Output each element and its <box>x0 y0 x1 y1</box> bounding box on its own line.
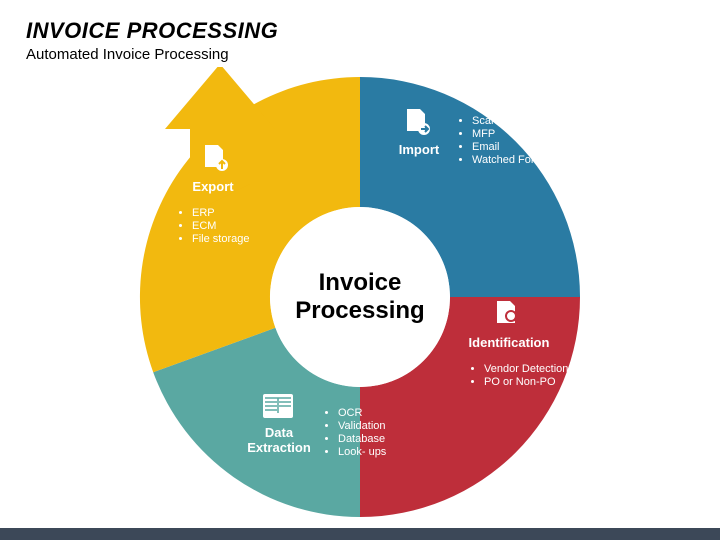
form-icon <box>262 393 294 424</box>
file-search-icon <box>492 299 522 334</box>
extraction-label: Data Extraction <box>244 425 314 455</box>
page-title: INVOICE PROCESSING <box>26 18 694 44</box>
list-item: ECM <box>192 220 249 232</box>
list-item: OCR <box>338 407 386 419</box>
list-item: Look- ups <box>338 446 386 458</box>
center-circle: Invoice Processing <box>270 207 450 387</box>
list-item: Email <box>472 141 549 153</box>
page-subtitle: Automated Invoice Processing <box>26 46 694 63</box>
import-items: Scanner MFP Email Watched Folder <box>458 115 549 167</box>
export-items: ERP ECM File storage <box>178 207 249 246</box>
identification-items: Vendor Detection PO or Non-PO <box>470 363 568 389</box>
list-item: ERP <box>192 207 249 219</box>
extraction-items: OCR Validation Database Look- ups <box>324 407 386 459</box>
extraction-label-text: Data Extraction <box>247 425 311 455</box>
list-item: File storage <box>192 233 249 245</box>
center-line1: Invoice <box>319 269 402 296</box>
file-right-icon <box>402 107 432 142</box>
center-line2: Processing <box>295 297 424 324</box>
file-up-icon <box>200 143 230 178</box>
identification-label: Identification <box>466 335 552 350</box>
list-item: Watched Folder <box>472 154 549 166</box>
import-label: Import <box>396 142 442 157</box>
center-label: Invoice Processing <box>295 269 424 324</box>
list-item: Scanner <box>472 115 549 127</box>
bottom-bar <box>0 528 720 540</box>
list-item: MFP <box>472 128 549 140</box>
list-item: Vendor Detection <box>484 363 568 375</box>
process-donut: Invoice Processing Import Scanner MFP Em… <box>130 67 590 527</box>
export-label: Export <box>188 179 238 194</box>
list-item: Database <box>338 433 386 445</box>
list-item: Validation <box>338 420 386 432</box>
list-item: PO or Non-PO <box>484 376 568 388</box>
